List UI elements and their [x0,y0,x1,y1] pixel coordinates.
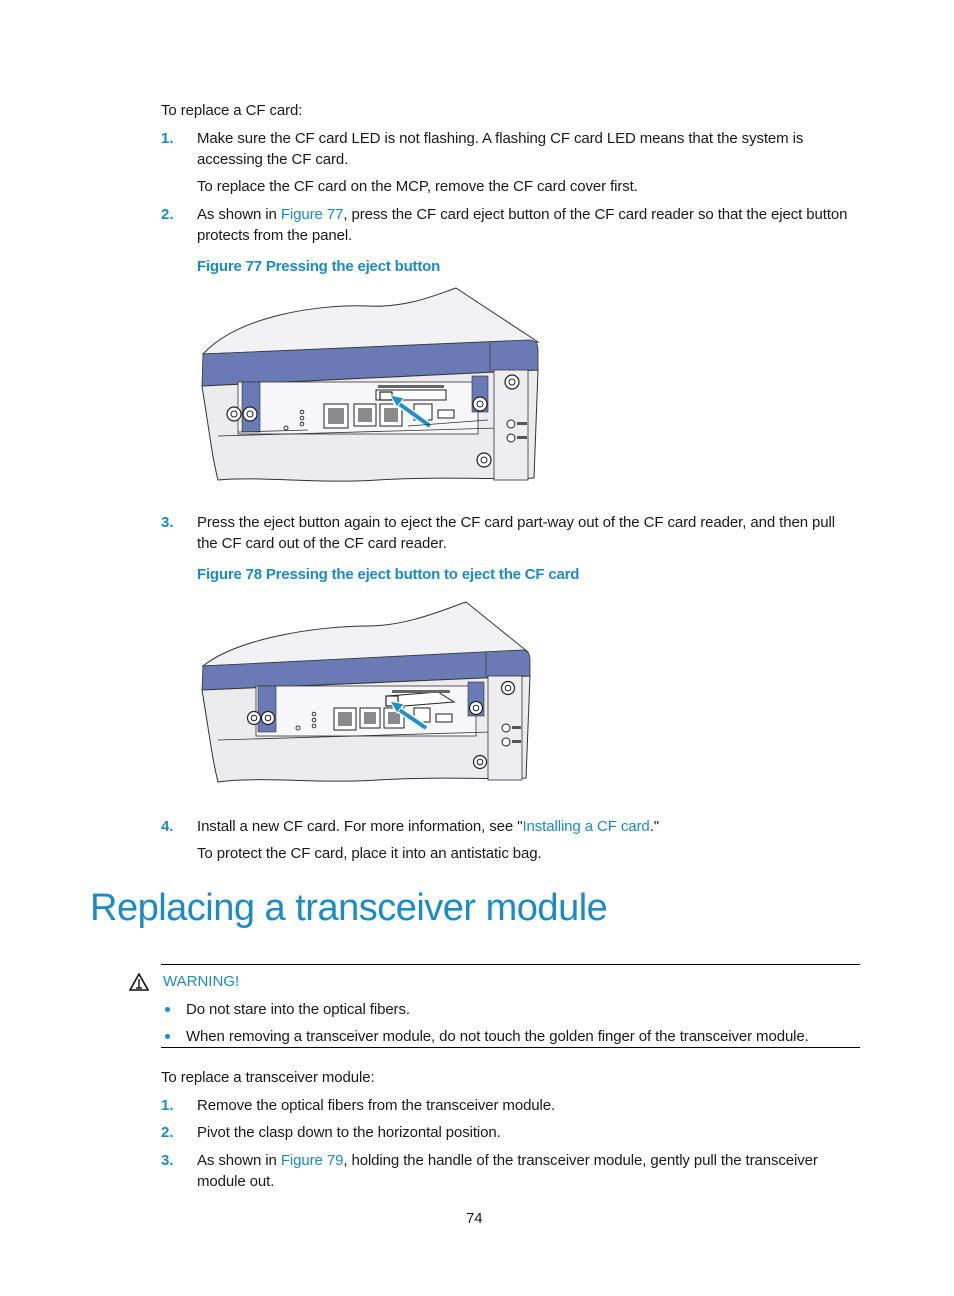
figure-77-link[interactable]: Figure 77 [281,206,344,223]
warning-bullet: When removing a transceiver module, do n… [186,1028,809,1045]
step-text: Press the eject button again to eject th… [197,514,835,531]
figure-78-caption: Figure 78 Pressing the eject button to e… [197,566,580,583]
step-number: 4. [161,818,174,835]
step-note: To protect the CF card, place it into an… [197,845,542,862]
step-number: 1. [161,130,174,147]
warning-label: WARNING! [163,973,240,990]
step-text: Pivot the clasp down to the horizontal p… [197,1124,501,1141]
installing-cf-card-link[interactable]: Installing a CF card [522,818,649,835]
figure-77-caption: Figure 77 Pressing the eject button [197,258,441,275]
step-text: accessing the CF card. [197,151,349,168]
step-number: 2. [161,206,174,223]
step-text: Remove the optical fibers from the trans… [197,1097,556,1114]
step-number: 3. [161,514,174,531]
warning-bullet: Do not stare into the optical fibers. [186,1001,410,1018]
step-text: protects from the panel. [197,227,353,244]
step-text: Make sure the CF card LED is not flashin… [197,130,804,147]
figure-79-link[interactable]: Figure 79 [281,1152,344,1169]
step-text: As shown in Figure 77, press the CF card… [197,206,848,223]
procedure-intro: To replace a CF card: [161,102,303,119]
bullet-icon [165,1007,170,1012]
step-text: Install a new CF card. For more informat… [197,818,659,835]
figure-77-image [201,287,540,482]
step-text: the CF card out of the CF card reader. [197,535,447,552]
page-number: 74 [466,1210,483,1227]
section-heading: Replacing a transceiver module [90,887,608,929]
step-note: To replace the CF card on the MCP, remov… [197,178,638,195]
figure-78-image [201,601,531,783]
step-number: 2. [161,1124,174,1141]
step-number: 3. [161,1152,174,1169]
procedure-intro: To replace a transceiver module: [161,1069,375,1086]
warning-top-rule [161,964,860,965]
step-number: 1. [161,1097,174,1114]
warning-bottom-rule [161,1047,860,1048]
step-text: As shown in Figure 79, holding the handl… [197,1152,818,1169]
bullet-icon [165,1034,170,1039]
step-text: module out. [197,1173,275,1190]
warning-triangle-icon [129,973,149,991]
